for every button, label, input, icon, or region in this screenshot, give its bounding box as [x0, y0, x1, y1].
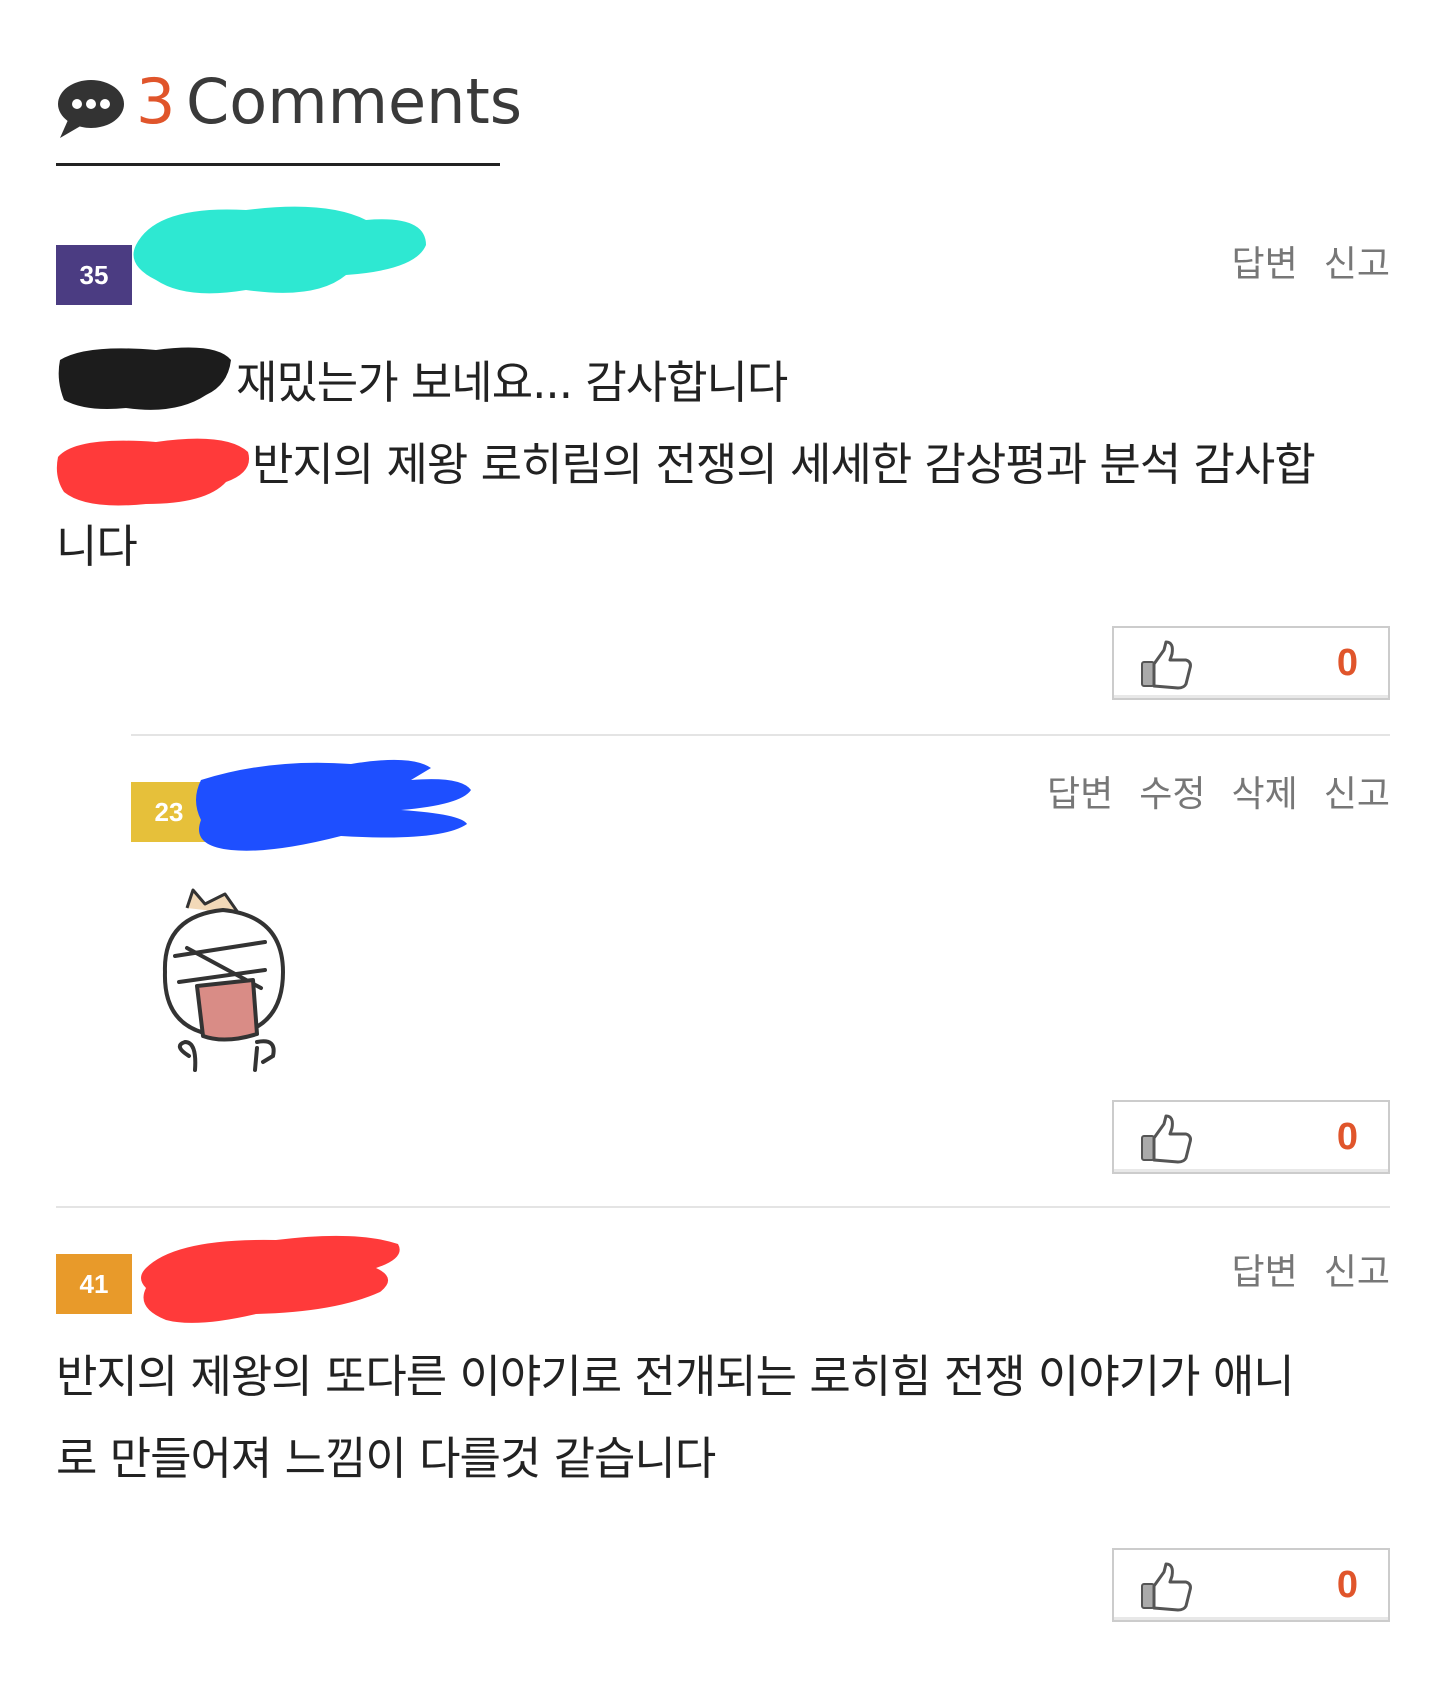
comment-item: 35 답변 신고 재밌는가 보네요... 감사합니다 반지의 제왕 로히림의 전… [56, 200, 1390, 712]
report-link[interactable]: 신고 [1324, 1248, 1390, 1298]
thumbs-up-icon [1141, 640, 1192, 690]
comments-section: 3 Comments 35 답변 신고 재밌는가 보네요... 감사합니다 반지… [0, 0, 1440, 1701]
level-badge: 35 [56, 245, 132, 305]
thumbs-up-icon [1141, 1114, 1192, 1164]
reply-link[interactable]: 답변 [1047, 770, 1113, 820]
comment-body: 반지의 제왕의 또다른 이야기로 전개되는 로히힘 전쟁 이야기가 애니 로 만… [56, 1336, 1390, 1500]
level-badge: 23 [131, 782, 207, 842]
author-name[interactable] [142, 1220, 402, 1300]
comment-body: 재밌는가 보네요... 감사합니다 반지의 제왕 로히림의 전쟁의 세세한 감상… [56, 342, 1390, 588]
comment-text-line: 재밌는가 보네요... 감사합니다 [236, 356, 788, 409]
report-link[interactable]: 신고 [1324, 240, 1390, 290]
like-count: 0 [1336, 642, 1358, 684]
delete-link[interactable]: 삭제 [1232, 770, 1298, 820]
comments-label: Comments [186, 65, 523, 138]
comment-text-line: 반지의 제왕의 또다른 이야기로 전개되는 로히힘 전쟁 이야기가 애니 [56, 1350, 1295, 1403]
author-name[interactable] [142, 200, 442, 280]
report-link[interactable]: 신고 [1324, 770, 1390, 820]
comment-actions: 답변 신고 [1232, 1248, 1391, 1298]
comment-item: 41 답변 신고 반지의 제왕의 또다른 이야기로 전개되는 로히힘 전쟁 이야… [56, 1206, 1390, 1636]
comment-text-line: 니다 [56, 520, 138, 573]
speech-bubble-icon [58, 80, 124, 138]
comment-text-line: 로 만들어져 느낌이 다를것 같습니다 [56, 1432, 716, 1485]
comment-actions: 답변 신고 [1232, 240, 1391, 290]
author-name[interactable] [217, 746, 457, 826]
comment-count: 3 [136, 65, 176, 138]
like-count: 0 [1336, 1116, 1358, 1158]
like-button[interactable]: 0 [1112, 1548, 1390, 1622]
like-button[interactable]: 0 [1112, 1100, 1390, 1174]
thumbs-up-icon [1141, 1562, 1192, 1612]
comment-text-line: 반지의 제왕 로히림의 전쟁의 세세한 감상평과 분석 감사합 [252, 438, 1316, 491]
reply-item: 23 답변 수정 삭제 신고 0 [131, 734, 1390, 1194]
reply-link[interactable]: 답변 [1232, 1248, 1298, 1298]
like-count: 0 [1336, 1564, 1358, 1606]
comments-header: 3 Comments [56, 62, 522, 166]
level-badge: 41 [56, 1254, 132, 1314]
reply-link[interactable]: 답변 [1232, 240, 1298, 290]
like-button[interactable]: 0 [1112, 626, 1390, 700]
laughing-face-emoticon [162, 888, 286, 1072]
comment-actions: 답변 수정 삭제 신고 [1047, 770, 1390, 820]
edit-link[interactable]: 수정 [1139, 770, 1205, 820]
